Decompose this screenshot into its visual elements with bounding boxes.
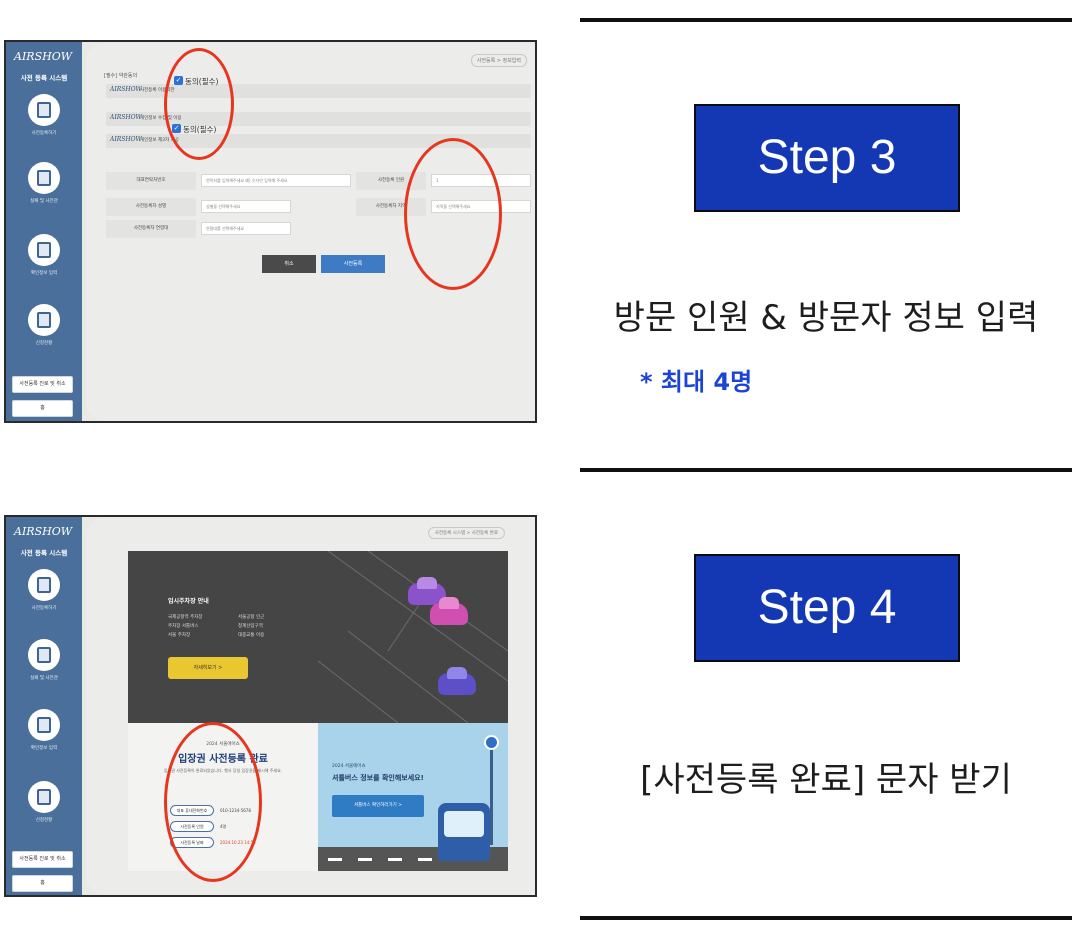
register-icon <box>37 577 51 593</box>
submit-button[interactable]: 사전등록 <box>321 255 385 273</box>
gender-select[interactable]: 성별을 선택해주세요 <box>201 200 291 213</box>
shuttle-title: 셔틀버스 정보를 확인해보세요! <box>332 774 424 782</box>
ticket-icon <box>37 647 51 663</box>
parking-detail-button[interactable]: 자세히보기 > <box>168 657 248 679</box>
parking-list: 국제공항역 주차장 서울공항 인근 주차장 셔틀버스 청계산입구역 서울 주차장 대중… <box>168 615 265 638</box>
highlight-circle <box>164 722 262 882</box>
agree-heading: [필수] 약관동의 <box>104 73 138 79</box>
divider <box>580 468 1072 472</box>
highlight-circle <box>404 138 502 290</box>
bus-stop-pole <box>490 735 493 845</box>
parking-title: 임시주차장 안내 <box>168 598 209 605</box>
sidebar-item-register[interactable]: 사전등록하기 <box>6 569 82 611</box>
step3-badge: Step 3 <box>694 104 960 212</box>
building-icon <box>37 717 51 733</box>
step4-badge: Step 4 <box>694 554 960 662</box>
divider <box>580 18 1072 22</box>
sidebar-item-info[interactable]: 확인정보 입력 <box>6 709 82 751</box>
parking-banner: 임시주차장 안내 국제공항역 주차장 서울공항 인근 주차장 셔틀버스 청계산입구역… <box>128 551 508 723</box>
step3-note: * 최대 4명 <box>640 368 753 396</box>
building-icon <box>37 242 51 258</box>
register-icon <box>37 102 51 118</box>
shuttle-info-button[interactable]: 셔틀버스 확인하러가기 > <box>332 795 424 817</box>
step3-screenshot: AIRSHOW 사전 등록 시스템 사전등록하기 실패 및 사전관 확인정보 입… <box>4 40 537 423</box>
breadcrumb: 사전등록 시스템 > 사전등록 완료 <box>427 527 505 539</box>
main-content: 사전등록 시스템 > 사전등록 완료 임시주차장 안내 국제공항역 주차장 서울공… <box>86 517 535 895</box>
sidebar-item-register[interactable]: 사전등록하기 <box>6 94 82 136</box>
document-icon <box>37 312 51 328</box>
sidebar-item-info[interactable]: 확인정보 입력 <box>6 234 82 276</box>
ticket-icon <box>37 170 51 186</box>
bus-stop-sign-icon <box>484 735 499 750</box>
car-icon <box>438 667 476 695</box>
cancel-button[interactable]: 취소 <box>262 255 316 273</box>
sidebar-title: 사전 등록 시스템 <box>20 74 68 82</box>
phone-input[interactable]: 연락처를 입력해주세요 예) 숫자만 입력해 주세요 <box>201 174 351 187</box>
sidebar: AIRSHOW 사전 등록 시스템 사전등록하기 실패 및 사전관 확인정보 입… <box>6 517 82 895</box>
step4-screenshot: AIRSHOW 사전 등록 시스템 사전등록하기 실패 및 사전관 확인정보 입… <box>4 515 537 897</box>
sidebar-item-status[interactable]: 신청현황 <box>6 781 82 823</box>
car-icon <box>430 597 468 625</box>
step3-description: 방문 인원 & 방문자 정보 입력 <box>613 298 1039 338</box>
divider <box>580 916 1072 920</box>
shuttle-bus-panel: 2024 서울에어쇼 셔틀버스 정보를 확인해보세요! 셔틀버스 확인하러가기 … <box>318 723 508 871</box>
age-select[interactable]: 연령대를 선택해주세요 <box>201 222 291 235</box>
sidebar-item-check[interactable]: 실패 및 사전관 <box>6 639 82 681</box>
breadcrumb: 사전등록 > 정보입력 <box>470 54 527 67</box>
sidebar-item-check[interactable]: 실패 및 사전관 <box>6 162 82 204</box>
highlight-circle <box>164 48 234 160</box>
home-button[interactable]: 홈 <box>12 400 73 417</box>
sidebar-item-status[interactable]: 신청현황 <box>6 304 82 346</box>
step4-description: [사전등록 완료] 문자 받기 <box>640 760 1012 800</box>
sidebar: AIRSHOW 사전 등록 시스템 사전등록하기 실패 및 사전관 확인정보 입… <box>6 42 82 421</box>
cancel-registration-button[interactable]: 사전등록 진로 및 취소 <box>12 851 73 868</box>
sidebar-title: 사전 등록 시스템 <box>20 549 68 557</box>
home-button[interactable]: 홈 <box>12 875 73 892</box>
bus-icon <box>438 803 490 861</box>
sidebar-logo: AIRSHOW <box>14 50 73 63</box>
document-icon <box>37 789 51 805</box>
sidebar-logo: AIRSHOW <box>14 525 73 538</box>
cancel-registration-button[interactable]: 사전등록 진로 및 취소 <box>12 376 73 393</box>
